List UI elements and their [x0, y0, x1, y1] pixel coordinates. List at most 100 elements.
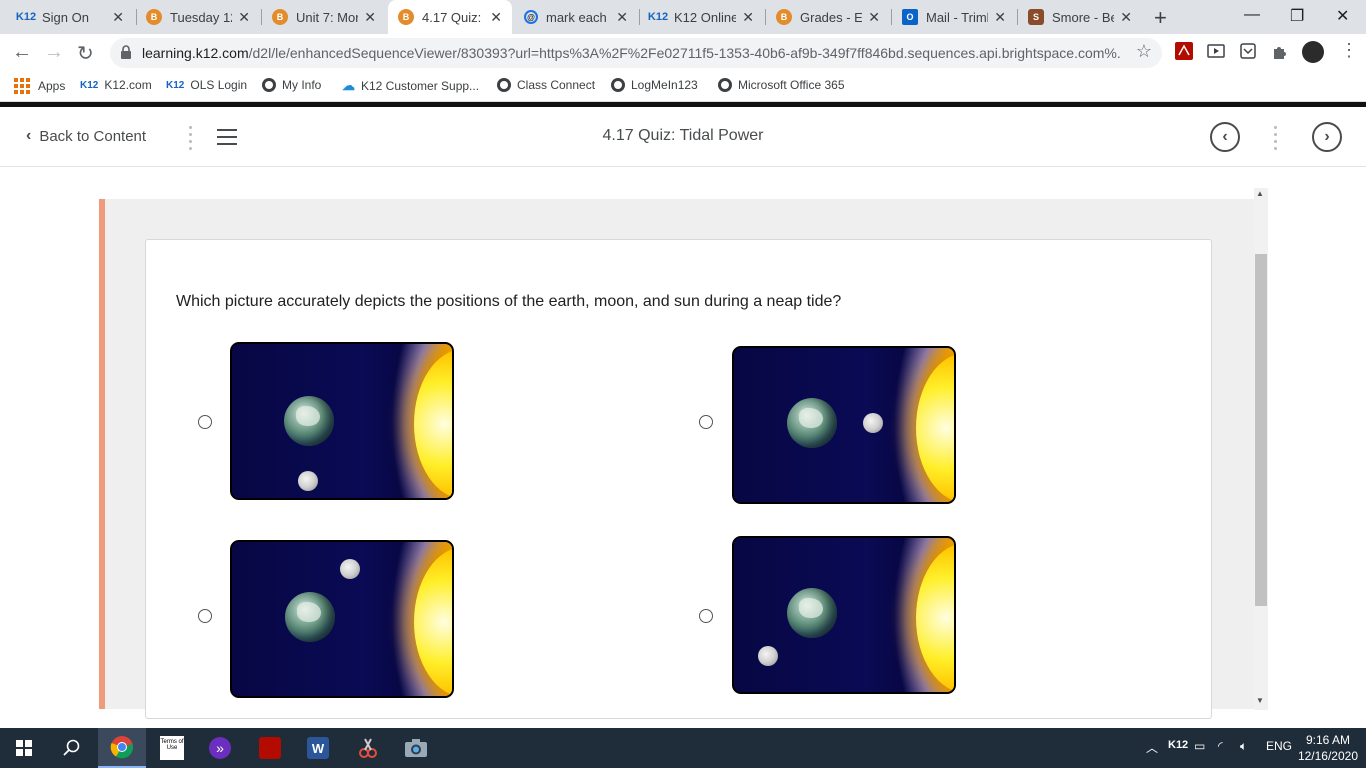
- close-window-icon[interactable]: ✕: [1336, 6, 1349, 26]
- forward-arrow-icon[interactable]: →: [44, 41, 64, 64]
- moon: [758, 646, 778, 666]
- sun: [916, 353, 954, 502]
- acrobat-taskbar-icon[interactable]: [246, 728, 294, 768]
- tab-tuesday[interactable]: B Tuesday 12 ✕: [136, 0, 260, 34]
- option-d-image[interactable]: [732, 536, 956, 694]
- windows-start-icon[interactable]: [0, 728, 48, 768]
- pocket-icon[interactable]: [1239, 42, 1257, 60]
- tab-quiz[interactable]: B 4.17 Quiz: T ✕: [388, 0, 512, 34]
- adobe-acrobat-icon[interactable]: [1175, 42, 1193, 60]
- bookmark-my-info[interactable]: My Info: [262, 78, 321, 92]
- salesforce-cloud-icon: ☁: [342, 78, 355, 93]
- globe-icon: [718, 78, 732, 92]
- close-icon[interactable]: ✕: [616, 9, 628, 26]
- url-path: /d2l/le/enhancedSequenceViewer/830393?ur…: [248, 45, 1122, 61]
- option-d-radio[interactable]: [699, 609, 713, 623]
- chrome-taskbar-icon[interactable]: [98, 728, 146, 768]
- language-indicator[interactable]: ENG: [1266, 739, 1292, 753]
- new-tab-icon[interactable]: +: [1154, 5, 1167, 31]
- show-hidden-icons[interactable]: ︿: [1146, 739, 1158, 756]
- search-icon[interactable]: [48, 728, 96, 768]
- windows-taskbar: Terms of Use » W ︿ K12 ▭ ◜ 🔈︎ ENG 9:16 A…: [0, 728, 1366, 768]
- sun: [414, 349, 452, 498]
- content-header: ‹ Back to Content 4.17 Quiz: Tidal Power…: [0, 107, 1366, 167]
- page-title: 4.17 Quiz: Tidal Power: [602, 127, 764, 144]
- terms-of-use-taskbar-icon[interactable]: Terms of Use: [148, 728, 196, 768]
- tab-mark-each[interactable]: @ mark each s ✕: [514, 0, 638, 34]
- snipping-tool-taskbar-icon[interactable]: [344, 728, 392, 768]
- bookmark-logmein[interactable]: LogMeIn123: [611, 78, 698, 92]
- restore-icon[interactable]: ❐: [1290, 6, 1304, 26]
- volume-icon[interactable]: 🔈︎: [1240, 739, 1247, 754]
- back-arrow-icon[interactable]: ←: [12, 41, 32, 64]
- profile-avatar[interactable]: [1302, 41, 1324, 63]
- scrollbar-thumb[interactable]: [1255, 254, 1267, 606]
- option-b-radio[interactable]: [699, 415, 713, 429]
- k12-icon: K12: [166, 79, 185, 91]
- question-text: Which picture accurately depicts the pos…: [176, 293, 842, 310]
- minimize-icon[interactable]: —: [1244, 6, 1260, 24]
- tab-mail[interactable]: O Mail - Trimb ✕: [892, 0, 1016, 34]
- word-taskbar-icon[interactable]: W: [294, 728, 342, 768]
- close-icon[interactable]: ✕: [994, 9, 1006, 26]
- bookmark-ols-login[interactable]: K12 OLS Login: [166, 78, 247, 92]
- close-icon[interactable]: ✕: [742, 9, 754, 26]
- bookmark-class-connect[interactable]: Class Connect: [497, 78, 595, 92]
- tab-k12-online[interactable]: K12 K12 Online ✕: [640, 0, 764, 34]
- clock-date: 12/16/2020: [1297, 749, 1358, 763]
- system-clock[interactable]: 9:16 AM 12/16/2020: [1298, 732, 1358, 764]
- close-icon[interactable]: ✕: [238, 9, 250, 26]
- extensions-puzzle-icon[interactable]: [1271, 42, 1289, 60]
- option-a-radio[interactable]: [198, 415, 212, 429]
- next-topic-button[interactable]: ›: [1312, 122, 1342, 152]
- screencast-icon[interactable]: [1207, 42, 1225, 60]
- earth: [787, 588, 837, 638]
- moon: [340, 559, 360, 579]
- bookmark-k12-support[interactable]: ☁ K12 Customer Supp...: [342, 78, 479, 94]
- close-icon[interactable]: ✕: [364, 9, 376, 26]
- wifi-icon[interactable]: ◜: [1218, 739, 1223, 753]
- browser-toolbar: ← → ↻ learning.k12.com/d2l/le/enhancedSe…: [0, 34, 1366, 72]
- smore-icon: S: [1028, 9, 1044, 25]
- scroll-up-icon[interactable]: ▲: [1256, 189, 1264, 198]
- option-b-image[interactable]: [732, 346, 956, 504]
- tab-unit7[interactable]: B Unit 7: Mor ✕: [262, 0, 386, 34]
- earth: [285, 592, 335, 642]
- brightspace-icon: B: [398, 9, 414, 25]
- close-icon[interactable]: ✕: [1120, 9, 1132, 26]
- previous-topic-button[interactable]: ‹: [1210, 122, 1240, 152]
- k12-tray-icon[interactable]: K12: [1168, 739, 1188, 751]
- outlook-icon: O: [902, 9, 918, 25]
- question-card: Which picture accurately depicts the pos…: [145, 239, 1212, 719]
- option-a-image[interactable]: [230, 342, 454, 500]
- bookmark-k12[interactable]: K12 K12.com: [80, 78, 152, 92]
- bookmark-star-icon[interactable]: ☆: [1136, 41, 1152, 62]
- reload-icon[interactable]: ↻: [77, 41, 94, 66]
- bookmark-apps[interactable]: Apps: [14, 78, 65, 94]
- google-lens-icon: @: [524, 10, 538, 24]
- vertical-divider-dots: [1274, 126, 1278, 150]
- close-icon[interactable]: ✕: [490, 9, 502, 26]
- k12-icon: K12: [15, 11, 37, 23]
- option-c-radio[interactable]: [198, 609, 212, 623]
- tab-sign-on[interactable]: K12 Sign On ✕: [8, 0, 134, 34]
- apps-grid-icon: [14, 78, 30, 94]
- menu-kebab-icon[interactable]: ⋮: [1340, 40, 1358, 61]
- close-icon[interactable]: ✕: [112, 9, 124, 26]
- camera-taskbar-icon[interactable]: [392, 728, 440, 768]
- sun: [916, 543, 954, 692]
- option-c-image[interactable]: [230, 540, 454, 698]
- power-automate-taskbar-icon[interactable]: »: [196, 728, 244, 768]
- k12-icon: K12: [647, 11, 669, 23]
- tab-grades[interactable]: B Grades - EN ✕: [766, 0, 890, 34]
- lock-icon: [121, 45, 131, 59]
- tab-strip: K12 Sign On ✕ B Tuesday 12 ✕ B Unit 7: M…: [0, 0, 1366, 34]
- battery-icon[interactable]: ▭: [1194, 739, 1205, 753]
- moon: [298, 471, 318, 491]
- scroll-down-icon[interactable]: ▼: [1256, 696, 1264, 705]
- earth: [284, 396, 334, 446]
- address-bar[interactable]: learning.k12.com/d2l/le/enhancedSequence…: [110, 38, 1162, 68]
- close-icon[interactable]: ✕: [868, 9, 880, 26]
- bookmark-office365[interactable]: Microsoft Office 365: [718, 78, 845, 92]
- tab-smore[interactable]: S Smore - Bec ✕: [1018, 0, 1142, 34]
